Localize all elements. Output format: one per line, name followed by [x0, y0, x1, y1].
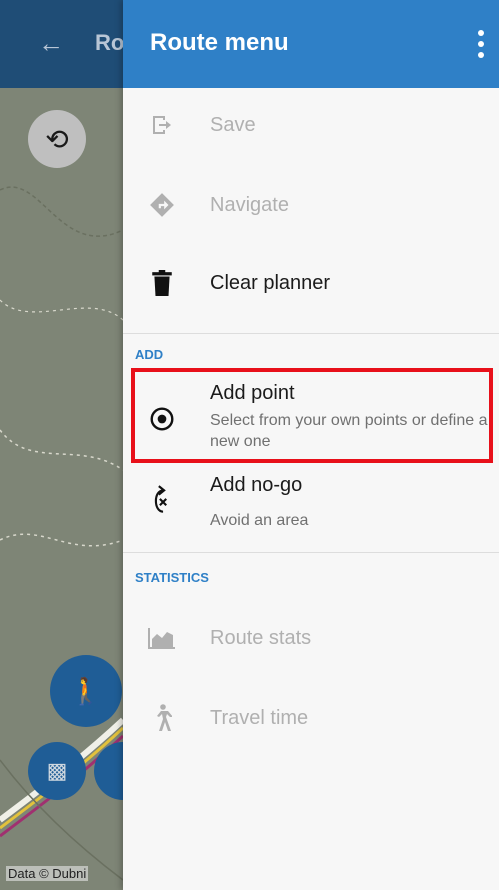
undo-icon: ⟲ [45, 123, 69, 155]
menu-item-label: Travel time [210, 707, 309, 729]
menu-item-label: Add no-go [210, 474, 303, 496]
menu-item-add-no-go[interactable]: Add no-go Avoid an area [123, 470, 499, 540]
menu-item-label: Save [210, 114, 256, 136]
save-icon [147, 110, 177, 140]
menu-item-label: Navigate [210, 194, 289, 216]
section-header-statistics: STATISTICS [135, 570, 209, 585]
menu-item-navigate[interactable]: Navigate [123, 175, 499, 235]
map-view[interactable]: ← Ro ⟲ 🚶 ▩ Data © Dubni [0, 0, 123, 890]
walk-mode-button[interactable]: 🚶 [50, 655, 122, 727]
navigate-icon [147, 190, 177, 220]
section-header-add: ADD [135, 347, 164, 362]
map-credit: Data © Dubni [6, 866, 89, 881]
trash-icon [147, 268, 177, 298]
divider [123, 552, 499, 553]
back-arrow-icon[interactable]: ← [38, 30, 64, 56]
menu-item-travel-time[interactable]: Travel time [123, 688, 499, 748]
message-icon: ▩ [46, 758, 68, 783]
menu-item-label: Route stats [210, 627, 312, 649]
highlight-box [131, 368, 493, 463]
menu-item-label: Clear planner [210, 272, 331, 294]
divider [123, 333, 499, 334]
menu-item-subtitle: Avoid an area [210, 512, 309, 529]
menu-item-route-stats[interactable]: Route stats [123, 608, 499, 668]
more-options-icon[interactable] [477, 30, 485, 58]
message-button[interactable]: ▩ [28, 742, 86, 800]
undo-button[interactable]: ⟲ [28, 110, 86, 168]
menu-item-clear-planner[interactable]: Clear planner [123, 253, 499, 313]
drawer-title: Route menu [150, 29, 289, 56]
walk-icon [147, 703, 177, 733]
map-toolbar-title: Ro [95, 30, 123, 55]
map-toolbar: ← Ro [0, 0, 123, 88]
no-go-icon [147, 485, 177, 516]
menu-item-save[interactable]: Save [123, 95, 499, 155]
walk-icon: 🚶 [69, 675, 103, 706]
drawer-header: Route menu [123, 0, 499, 88]
chart-icon [147, 623, 177, 653]
